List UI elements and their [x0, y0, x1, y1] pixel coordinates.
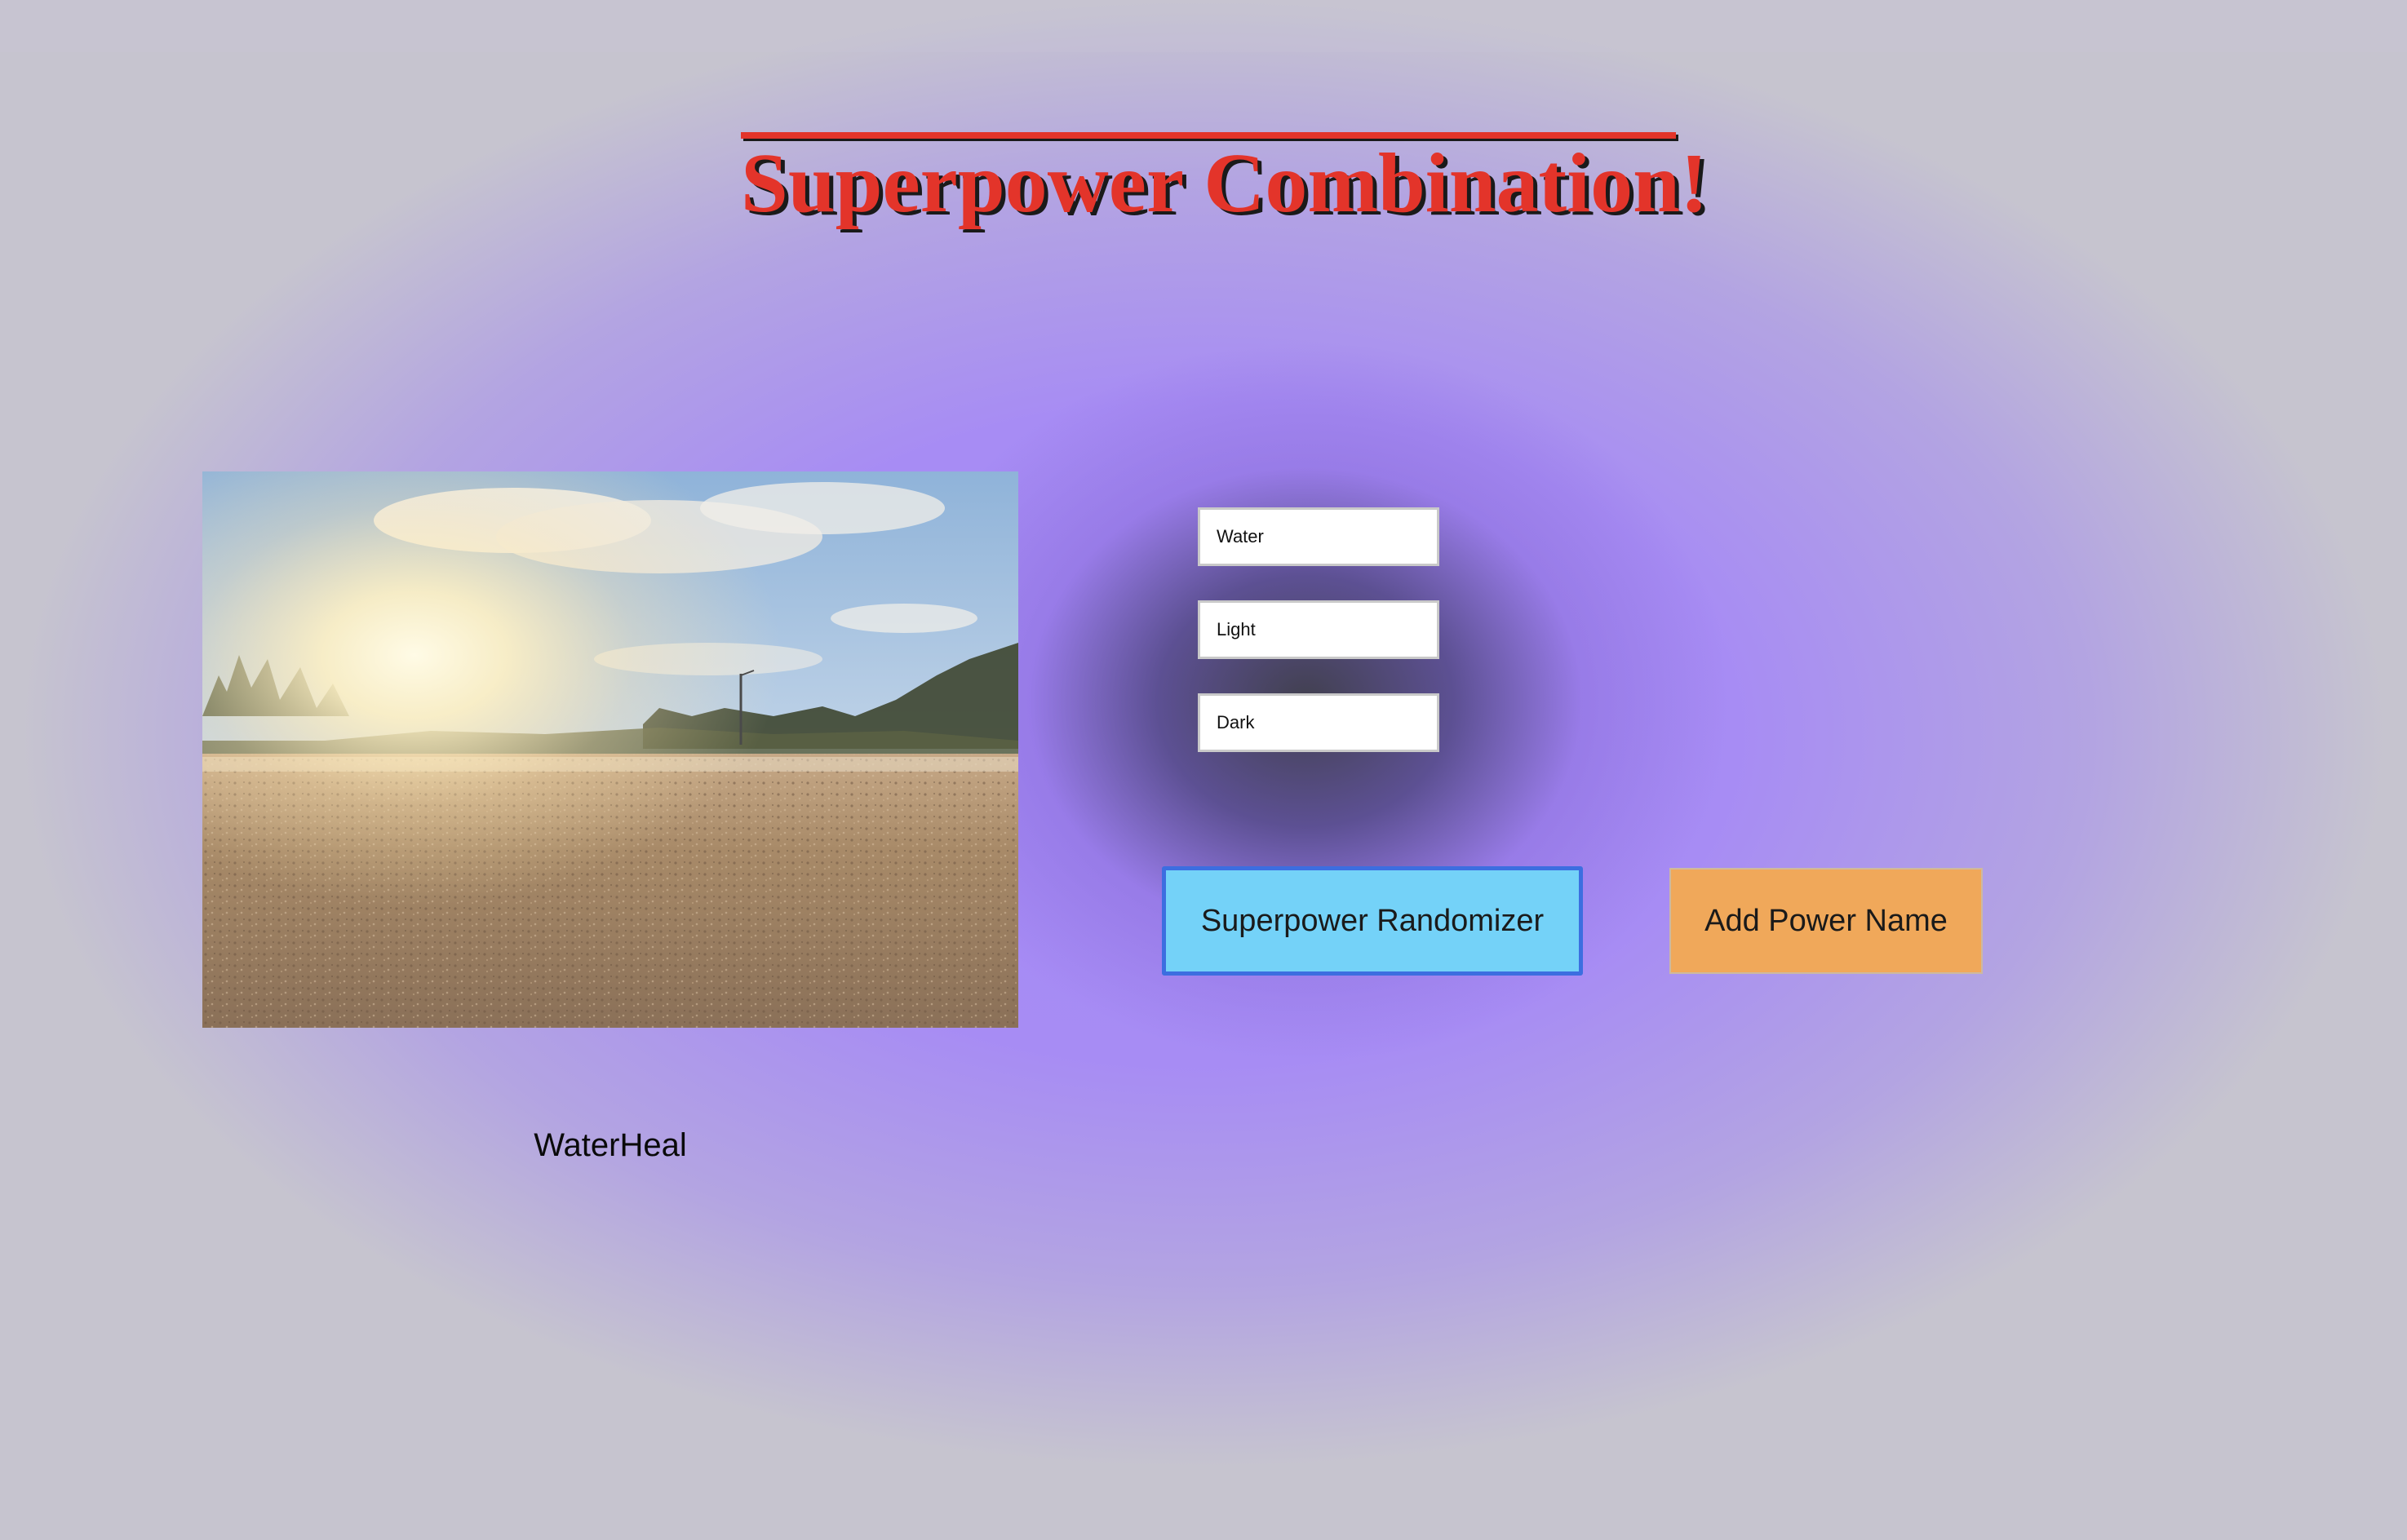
power-input-2[interactable]: [1198, 600, 1439, 659]
power-input-1[interactable]: [1198, 507, 1439, 566]
page-header: Superpower Combination!: [741, 132, 1709, 230]
add-power-name-button[interactable]: Add Power Name: [1669, 868, 1983, 974]
power-input-3[interactable]: [1198, 693, 1439, 752]
superpower-randomizer-button[interactable]: Superpower Randomizer: [1162, 866, 1583, 976]
top-bar: [0, 0, 2407, 52]
landscape-photo: [202, 471, 1018, 1028]
combined-power-name: WaterHeal: [534, 1127, 687, 1163]
page-title: Superpower Combination!: [741, 136, 1709, 230]
